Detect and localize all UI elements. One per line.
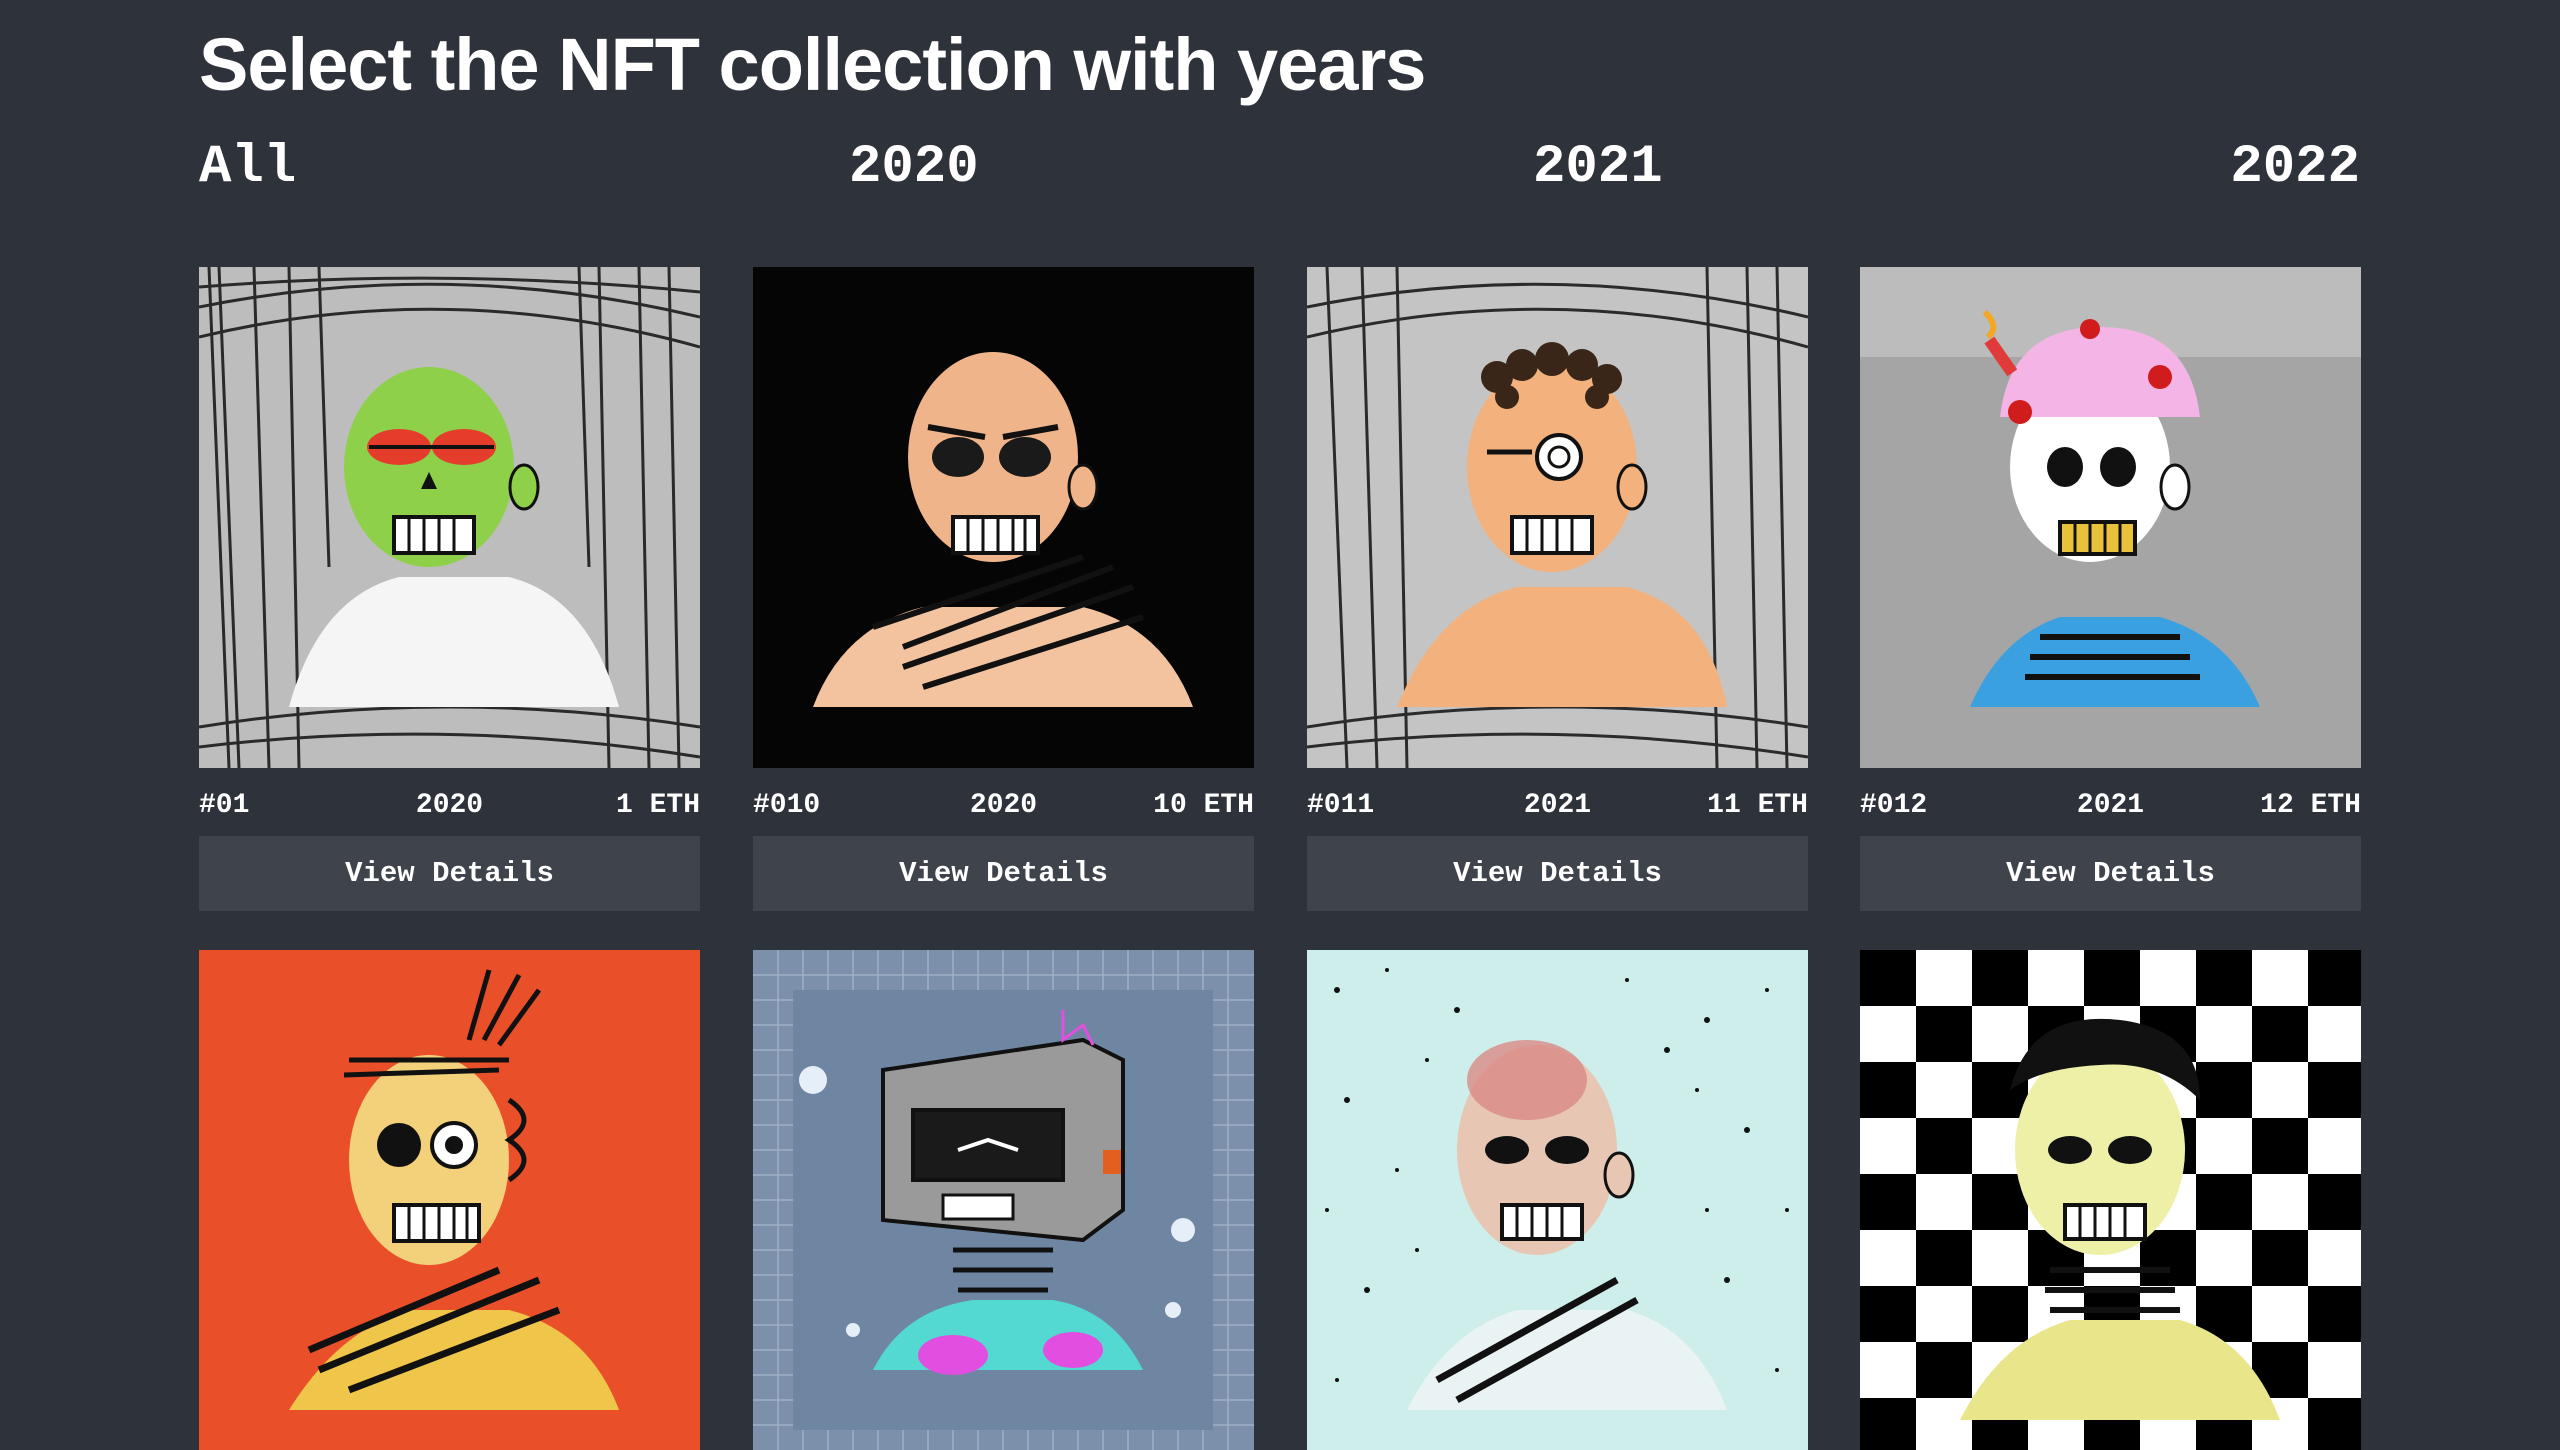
nft-meta-row: #01 2020 1 ETH (199, 788, 700, 824)
nft-card (1860, 950, 2361, 1450)
nft-card (1307, 950, 1808, 1450)
view-details-button[interactable]: View Details (753, 836, 1254, 911)
nft-artwork-image[interactable] (1860, 950, 2361, 1450)
nft-artwork-image[interactable] (753, 267, 1254, 768)
filter-2020[interactable]: 2020 (849, 138, 979, 198)
year-filter-bar: All 2020 2021 2022 (199, 138, 2360, 198)
view-details-button[interactable]: View Details (199, 836, 700, 911)
filter-2022[interactable]: 2022 (2230, 138, 2360, 198)
nft-price: 12 ETH (2260, 790, 2361, 821)
filter-2021[interactable]: 2021 (1533, 138, 1663, 198)
nft-card: #01 2020 1 ETH View Details (199, 267, 700, 911)
nft-card: #011 2021 11 ETH View Details (1307, 267, 1808, 911)
nft-meta-row: #010 2020 10 ETH (753, 788, 1254, 824)
nft-card: #010 2020 10 ETH View Details (753, 267, 1254, 911)
nft-artwork-image[interactable] (199, 950, 700, 1450)
nft-artwork-image[interactable] (1307, 950, 1808, 1450)
nft-price: 11 ETH (1707, 790, 1808, 821)
nft-artwork-image[interactable] (753, 950, 1254, 1450)
nft-artwork-image[interactable] (1860, 267, 2361, 768)
nft-meta-row: #011 2021 11 ETH (1307, 788, 1808, 824)
view-details-button[interactable]: View Details (1307, 836, 1808, 911)
nft-card: #012 2021 12 ETH View Details (1860, 267, 2361, 911)
page-title: Select the NFT collection with years (199, 23, 1426, 106)
nft-grid: #01 2020 1 ETH View Details #010 2020 10… (199, 267, 2361, 1450)
nft-price: 1 ETH (615, 790, 700, 821)
nft-meta-row: #012 2021 12 ETH (1860, 788, 2361, 824)
nft-card (753, 950, 1254, 1450)
nft-card (199, 950, 700, 1450)
filter-all[interactable]: All (199, 138, 296, 198)
nft-price: 10 ETH (1153, 790, 1254, 821)
view-details-button[interactable]: View Details (1860, 836, 2361, 911)
nft-artwork-image[interactable] (199, 267, 700, 768)
nft-artwork-image[interactable] (1307, 267, 1808, 768)
